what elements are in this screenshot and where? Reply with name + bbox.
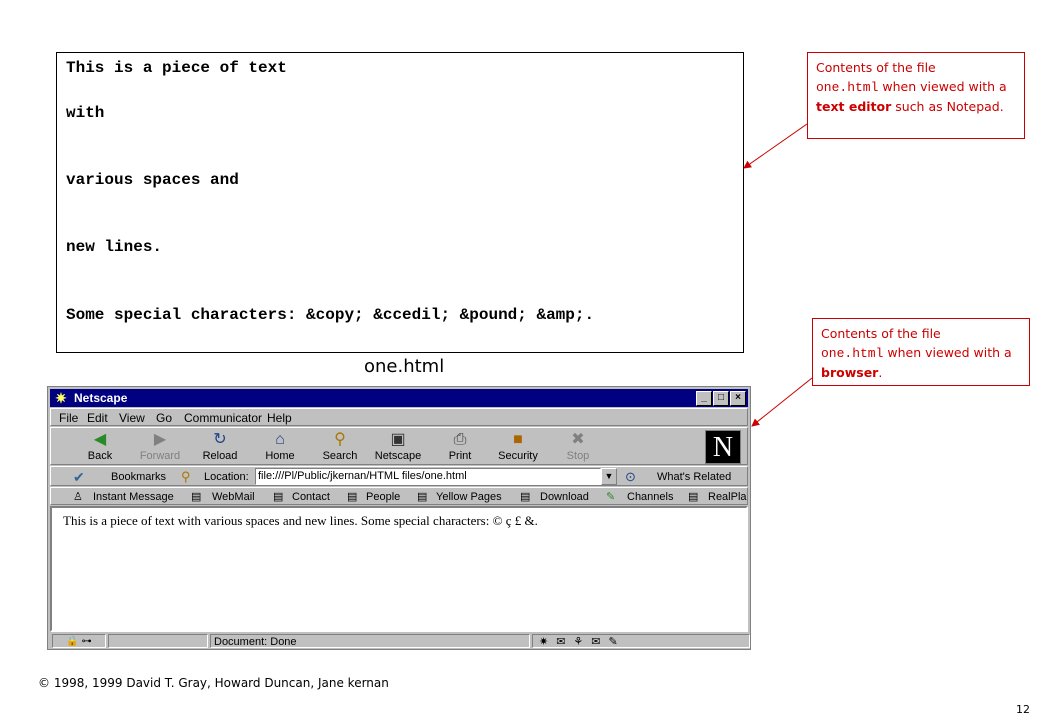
menu-bar: File Edit View Go Communicator Help — [50, 408, 748, 426]
progress-bar — [108, 634, 208, 648]
browser-window: ✷ Netscape _ □ × File Edit View Go Commu… — [47, 386, 751, 650]
bookmark-icon: ▤ — [688, 491, 699, 503]
menu-go[interactable]: Go — [156, 409, 172, 427]
bookmark-icon: ▤ — [520, 491, 531, 503]
bookmarks-button[interactable]: Bookmarks — [111, 467, 166, 487]
personal-toolbar: ♙ Instant Message ▤ WebMail ▤ Contact ▤ … — [50, 487, 748, 505]
printer-icon: ⎙ — [453, 431, 467, 448]
home-button[interactable]: ⌂ Home — [255, 430, 305, 464]
webmail-link[interactable]: WebMail — [212, 488, 255, 504]
url-field[interactable]: file:///Pl/Public/jkernan/HTML files/one… — [255, 468, 601, 485]
contact-link[interactable]: Contact — [292, 488, 330, 504]
location-icon: ⚲ — [181, 469, 191, 484]
title-bar[interactable]: ✷ Netscape _ □ × — [50, 389, 748, 407]
instant-message-icon: ♙ — [73, 491, 83, 503]
page-number: 12 — [1016, 703, 1030, 716]
stop-icon: ✖ — [571, 431, 585, 448]
stop-button[interactable]: ✖ Stop — [553, 430, 603, 464]
reload-button[interactable]: ↻ Reload — [195, 430, 245, 464]
whats-related-button[interactable]: What's Related — [657, 467, 731, 487]
minimize-button[interactable]: _ — [696, 391, 712, 406]
menu-communicator[interactable]: Communicator — [184, 409, 262, 427]
bookmark-icon: ▤ — [191, 491, 202, 503]
navigation-toolbar: ◀ Back ▶ Forward ↻ Reload ⌂ Home ⚲ Search ▣ Ne… — [50, 427, 748, 465]
status-bar: 🔒 ⊶ Document: Done ✷✉⚘✉✎ — [50, 633, 750, 649]
lock-icon: ■ — [513, 431, 523, 448]
page-viewport[interactable]: This is a piece of text with various spa… — [50, 506, 748, 632]
bookmarks-icon: ✔ — [73, 469, 85, 485]
home-icon: ⌂ — [275, 431, 285, 448]
yellow-pages-link[interactable]: Yellow Pages — [436, 488, 502, 504]
url-dropdown-button[interactable]: ▼ — [601, 468, 617, 485]
rendered-page-text: This is a piece of text with various spa… — [63, 513, 538, 528]
search-icon: ⚲ — [334, 431, 346, 448]
search-button[interactable]: ⚲ Search — [315, 430, 365, 464]
location-label: Location: — [204, 471, 249, 483]
netscape-logo-icon: ✷ — [55, 390, 67, 406]
netscape-n-logo: N — [705, 430, 741, 464]
location-toolbar: ✔ Bookmarks ⚲ Location: file:///Pl/Publi… — [50, 466, 748, 486]
bookmark-icon: ▤ — [273, 491, 284, 503]
realplayer-link[interactable]: RealPla — [708, 488, 747, 504]
bookmark-icon: ▤ — [347, 491, 358, 503]
back-button[interactable]: ◀ Back — [75, 430, 125, 464]
menu-help[interactable]: Help — [267, 409, 292, 427]
copyright-notice: © 1998, 1999 David T. Gray, Howard Dunca… — [38, 676, 389, 690]
bookmark-icon: ▤ — [417, 491, 428, 503]
menu-view[interactable]: View — [119, 409, 145, 427]
component-bar[interactable]: ✷✉⚘✉✎ — [532, 634, 750, 648]
menu-edit[interactable]: Edit — [87, 409, 108, 427]
download-link[interactable]: Download — [540, 488, 589, 504]
maximize-button[interactable]: □ — [713, 391, 729, 406]
reload-icon: ↻ — [213, 431, 227, 448]
netscape-icon: ▣ — [390, 431, 406, 448]
forward-arrow-icon: ▶ — [153, 431, 167, 448]
security-button[interactable]: ■ Security — [493, 430, 543, 464]
channels-link[interactable]: Channels — [627, 488, 673, 504]
arrow-to-source — [743, 123, 808, 169]
channels-icon: ✎ — [606, 491, 616, 503]
close-button[interactable]: × — [730, 391, 746, 406]
instant-message-link[interactable]: Instant Message — [93, 488, 174, 504]
security-status-icon[interactable]: 🔒 ⊶ — [52, 634, 106, 648]
forward-button[interactable]: ▶ Forward — [135, 430, 185, 464]
print-button[interactable]: ⎙ Print — [435, 430, 485, 464]
netscape-button[interactable]: ▣ Netscape — [373, 430, 423, 464]
status-text: Document: Done — [210, 634, 530, 648]
menu-file[interactable]: File — [59, 409, 78, 427]
back-arrow-icon: ◀ — [93, 431, 107, 448]
arrow-to-browser — [751, 377, 813, 427]
window-title: Netscape — [74, 391, 128, 405]
people-link[interactable]: People — [366, 488, 400, 504]
whats-related-icon: ⊙ — [625, 469, 636, 484]
